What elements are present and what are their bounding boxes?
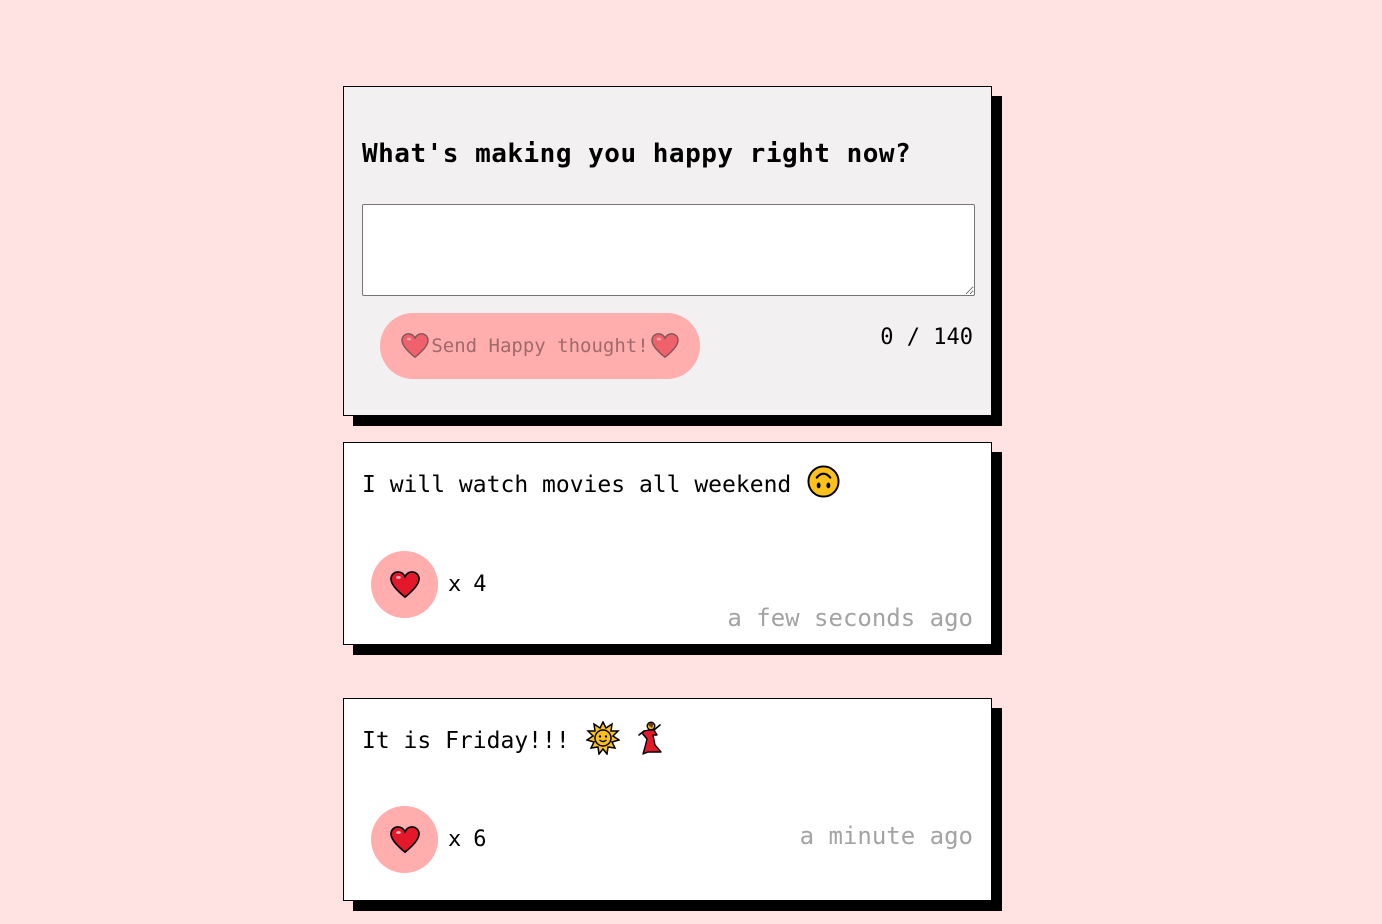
like-count: x6 bbox=[448, 827, 487, 852]
thought-card: I will watch movies all weekend x4 a few… bbox=[343, 442, 992, 645]
happy-thought-form: What's making you happy right now? Send … bbox=[343, 86, 992, 416]
like-button[interactable] bbox=[371, 551, 438, 618]
like-count: x4 bbox=[448, 572, 487, 597]
thought-message-text: I will watch movies all weekend bbox=[362, 471, 792, 498]
heart-icon bbox=[389, 570, 420, 598]
thought-input[interactable] bbox=[362, 204, 975, 296]
thought-message-text: It is Friday!!! bbox=[362, 728, 570, 754]
thought-message: I will watch movies all weekend bbox=[362, 465, 840, 504]
form-title: What's making you happy right now? bbox=[362, 139, 912, 169]
like-count-value: 6 bbox=[473, 827, 487, 852]
like-count-prefix: x bbox=[448, 827, 462, 852]
heart-icon bbox=[389, 825, 420, 853]
heart-icon bbox=[401, 333, 430, 359]
like-button[interactable] bbox=[371, 806, 438, 873]
thought-card: It is Friday!!! x6 a minute ago bbox=[343, 698, 992, 901]
character-counter: 0 / 140 bbox=[880, 325, 973, 350]
upside-down-face-icon bbox=[807, 465, 840, 504]
timestamp: a few seconds ago bbox=[727, 604, 973, 632]
like-count-prefix: x bbox=[448, 572, 462, 597]
thought-message: It is Friday!!! bbox=[362, 720, 664, 761]
timestamp: a minute ago bbox=[799, 822, 973, 850]
like-count-value: 4 bbox=[473, 572, 487, 597]
sun-with-face-icon bbox=[584, 720, 621, 761]
send-happy-thought-button[interactable]: Send Happy thought! bbox=[380, 313, 700, 379]
heart-icon bbox=[650, 333, 679, 359]
send-button-label: Send Happy thought! bbox=[431, 335, 649, 357]
woman-dancing-icon bbox=[634, 721, 664, 761]
